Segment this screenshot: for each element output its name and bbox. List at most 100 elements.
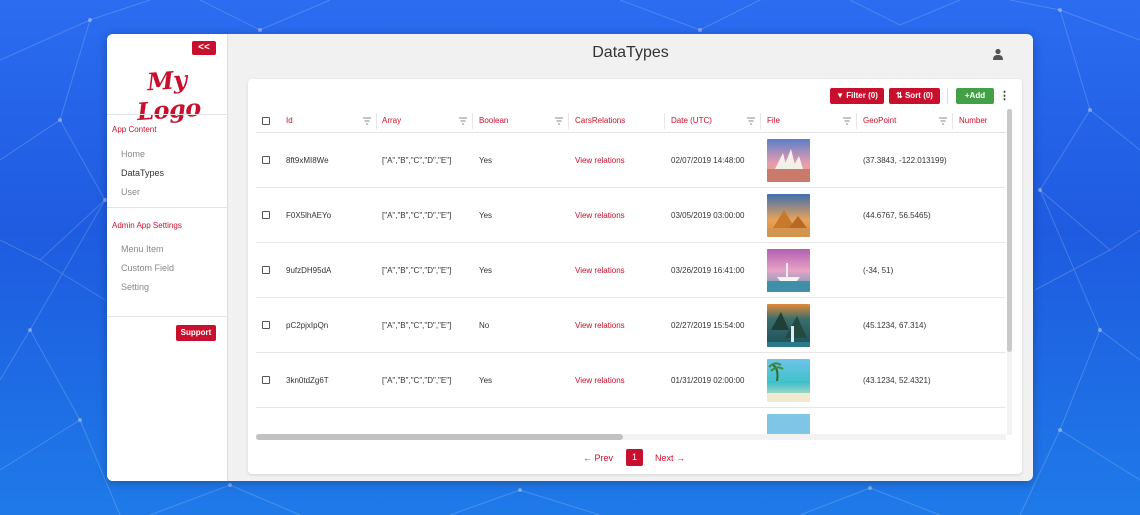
view-relations-link[interactable]: View relations [575, 376, 625, 386]
sidebar-section-admin-settings: Admin App Settings [112, 221, 182, 230]
cell-array: ["A","B","C","D","E"] [382, 376, 452, 385]
page-title: DataTypes [592, 44, 669, 61]
sort-label: Sort (0) [904, 91, 933, 100]
cell-boolean: Yes [479, 211, 493, 220]
file-thumbnail-partial[interactable] [767, 414, 810, 435]
prev-label: Prev [594, 453, 614, 463]
column-divider [568, 113, 569, 129]
select-all-checkbox[interactable] [262, 117, 270, 125]
sort-button[interactable]: ⇅ Sort (0) [889, 88, 940, 104]
row-checkbox[interactable] [262, 321, 270, 329]
sidebar-item-home[interactable]: Home [121, 149, 145, 159]
row-checkbox[interactable] [262, 266, 270, 274]
view-relations-link[interactable]: View relations [575, 156, 625, 166]
cell-array: ["A","B","C","D","E"] [382, 156, 452, 165]
table-row[interactable]: 9ufzDH95dA ["A","B","C","D","E"] Yes Vie… [256, 243, 1006, 298]
cell-date: 02/27/2019 15:54:00 [671, 321, 745, 330]
column-header-file[interactable]: File [767, 109, 780, 133]
vertical-scrollbar-thumb[interactable] [1007, 109, 1012, 352]
table-row[interactable]: 3kn0tdZg6T ["A","B","C","D","E"] Yes Vie… [256, 353, 1006, 408]
sidebar: << My Logo App Content Home DataTypes Us… [107, 34, 228, 481]
arrow-right-icon: → [676, 453, 686, 463]
column-divider [856, 113, 857, 129]
support-button[interactable]: Support [176, 325, 216, 341]
column-divider [664, 113, 665, 129]
column-divider [760, 113, 761, 129]
file-thumbnail-opera-house[interactable] [767, 139, 810, 182]
file-thumbnail-waterfall[interactable] [767, 304, 810, 347]
grid-header: Id Array Boolean CarsRelations Date (UTC… [256, 109, 1006, 133]
column-filter-icon[interactable] [459, 117, 467, 125]
view-relations-link[interactable]: View relations [575, 266, 625, 276]
column-header-carsrelations[interactable]: CarsRelations [575, 109, 625, 133]
collapse-sidebar-button[interactable]: << [192, 41, 216, 55]
column-header-date[interactable]: Date (UTC) [671, 109, 712, 133]
cell-boolean: Yes [479, 266, 493, 275]
cell-boolean: Yes [479, 156, 493, 165]
cell-array: ["A","B","C","D","E"] [382, 211, 452, 220]
file-thumbnail-pyramids[interactable] [767, 194, 810, 237]
app-window: << My Logo App Content Home DataTypes Us… [107, 34, 1033, 481]
row-checkbox[interactable] [262, 211, 270, 219]
add-button[interactable]: +Add [956, 88, 994, 104]
cell-id: 8ft9xMI8We [286, 156, 329, 165]
column-header-number[interactable]: Number [959, 109, 987, 133]
sidebar-item-menu-item[interactable]: Menu Item [121, 244, 164, 254]
row-checkbox[interactable] [262, 156, 270, 164]
sidebar-item-user[interactable]: User [121, 187, 140, 197]
column-header-id[interactable]: Id [286, 109, 293, 133]
cell-boolean: Yes [479, 376, 493, 385]
column-header-geopoint[interactable]: GeoPoint [863, 109, 896, 133]
column-header-boolean[interactable]: Boolean [479, 109, 508, 133]
column-filter-icon[interactable] [363, 117, 371, 125]
prev-page-button[interactable]: ← Prev [583, 453, 613, 463]
toolbar-divider [947, 88, 948, 104]
sidebar-item-datatypes[interactable]: DataTypes [121, 168, 164, 178]
cell-array: ["A","B","C","D","E"] [382, 321, 452, 330]
cell-date: 02/07/2019 14:48:00 [671, 156, 745, 165]
next-page-button[interactable]: Next → [655, 453, 685, 463]
file-thumbnail-tropical-beach[interactable] [767, 359, 810, 402]
row-checkbox[interactable] [262, 376, 270, 384]
cell-id: F0X5lhAEYo [286, 211, 332, 220]
column-divider [376, 113, 377, 129]
column-filter-icon[interactable] [843, 117, 851, 125]
view-relations-link[interactable]: View relations [575, 321, 625, 331]
column-filter-icon[interactable] [747, 117, 755, 125]
more-options-icon[interactable]: ⋮ [999, 88, 1010, 104]
current-page-button[interactable]: 1 [626, 449, 643, 466]
data-grid: Id Array Boolean CarsRelations Date (UTC… [256, 109, 1006, 435]
table-row[interactable]: 8ft9xMI8We ["A","B","C","D","E"] Yes Vie… [256, 133, 1006, 188]
sidebar-item-setting[interactable]: Setting [121, 282, 149, 292]
column-divider [472, 113, 473, 129]
filter-label: Filter (0) [846, 91, 878, 100]
table-row[interactable]: F0X5lhAEYo ["A","B","C","D","E"] Yes Vie… [256, 188, 1006, 243]
cell-id: pC2pjxIpQn [286, 321, 329, 330]
cell-geopoint: (-34, 51) [863, 266, 894, 275]
data-panel: ▼ Filter (0) ⇅ Sort (0) +Add ⋮ Id Array … [248, 79, 1022, 474]
table-row[interactable]: pC2pjxIpQn ["A","B","C","D","E"] No View… [256, 298, 1006, 353]
view-relations-link[interactable]: View relations [575, 211, 625, 221]
cell-geopoint: (45.1234, 67.314) [863, 321, 927, 330]
sidebar-divider [107, 316, 228, 317]
cell-geopoint: (43.1234, 52.4321) [863, 376, 931, 385]
file-thumbnail-harbor-sunset[interactable] [767, 249, 810, 292]
cell-geopoint: (44.6767, 56.5465) [863, 211, 931, 220]
sort-icon: ⇅ [896, 91, 903, 100]
table-row[interactable] [256, 408, 1006, 435]
column-filter-icon[interactable] [555, 117, 563, 125]
sidebar-section-app-content: App Content [112, 125, 157, 134]
arrow-left-icon: ← [583, 453, 592, 463]
user-icon[interactable] [992, 48, 1004, 60]
cell-id: 3kn0tdZg6T [286, 376, 329, 385]
column-filter-icon[interactable] [939, 117, 947, 125]
next-label: Next [655, 453, 674, 463]
cell-date: 01/31/2019 02:00:00 [671, 376, 745, 385]
sidebar-divider [107, 114, 228, 115]
column-header-array[interactable]: Array [382, 109, 401, 133]
sidebar-item-custom-field[interactable]: Custom Field [121, 263, 174, 273]
column-divider [952, 113, 953, 129]
cell-id: 9ufzDH95dA [286, 266, 332, 275]
horizontal-scrollbar-thumb[interactable] [256, 434, 623, 440]
filter-button[interactable]: ▼ Filter (0) [830, 88, 884, 104]
